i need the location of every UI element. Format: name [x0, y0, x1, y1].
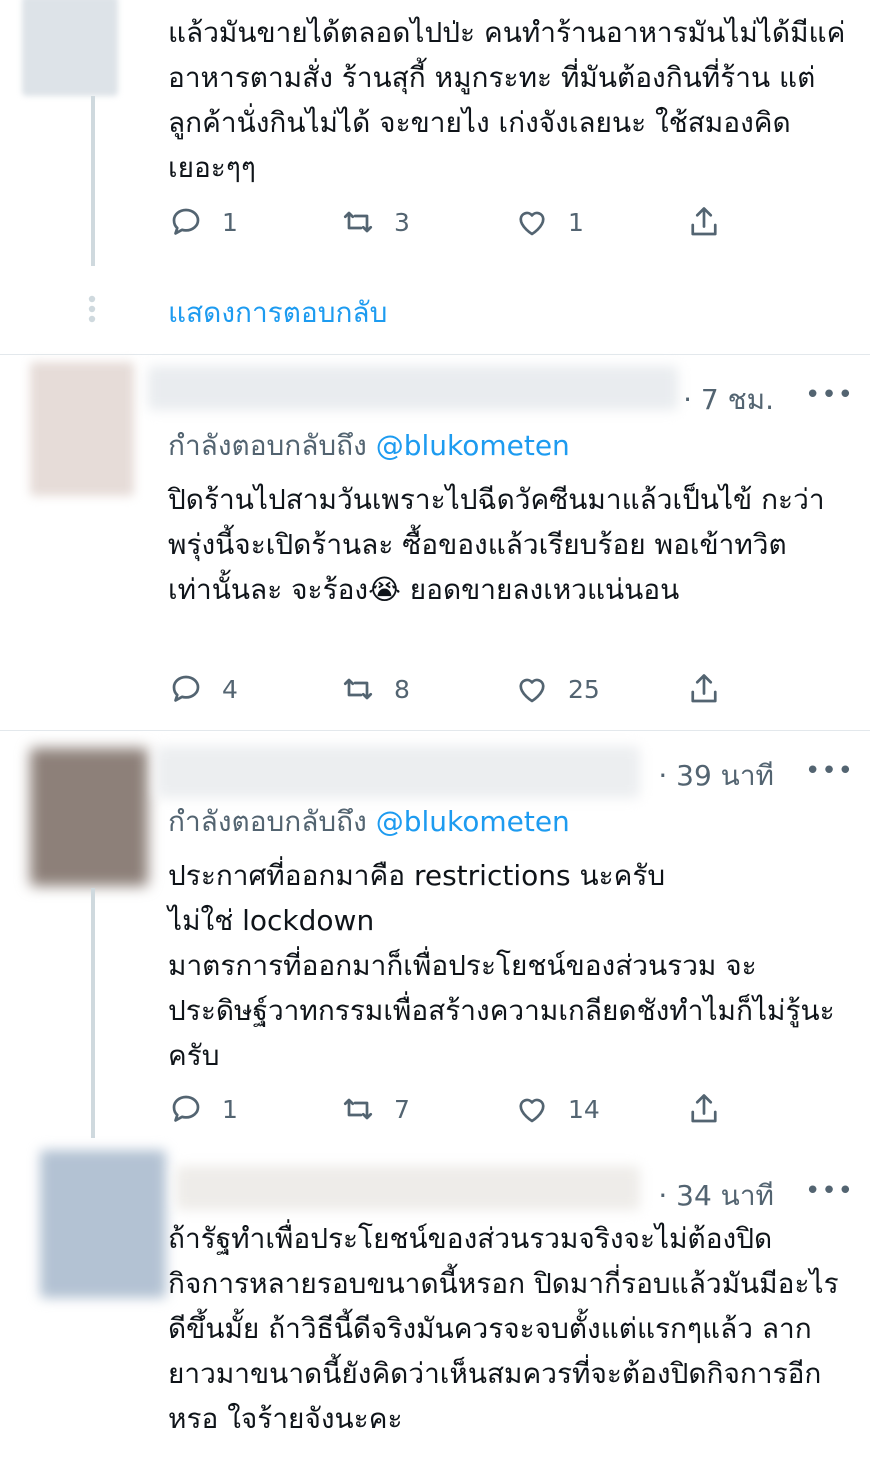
tweet-time: · 7 ชม. [683, 383, 774, 416]
reply-button[interactable]: 1 [168, 200, 238, 244]
thread-line [91, 888, 95, 1138]
replying-to: กำลังตอบกลับถึง @blukometen [168, 800, 570, 844]
retweet-icon [343, 1098, 373, 1120]
username-redacted [148, 366, 678, 410]
tweet-text: ถ้ารัฐทำเพื่อประโยชน์ของส่วนรวมจริงจะไม่… [168, 1222, 839, 1435]
reply-count: 1 [222, 207, 238, 237]
show-replies-link[interactable]: แสดงการตอบกลับ [168, 291, 387, 335]
username-redacted [176, 1166, 640, 1210]
avatar[interactable] [30, 362, 134, 496]
share-icon [691, 1094, 717, 1123]
avatar[interactable] [40, 1150, 166, 1298]
replying-to-label: กำลังตอบกลับถึง [168, 429, 367, 462]
username-redacted [156, 746, 640, 798]
tweet-actions: 1 3 1 [168, 200, 738, 244]
retweet-count: 3 [394, 207, 410, 237]
like-count: 25 [568, 674, 600, 704]
tweet-text: แล้วมันขายได้ตลอดไปป่ะ คนทำร้านอาหารมันไ… [168, 16, 846, 184]
tweet-text: ปิดร้านไปสามวันเพราะไปฉีดวัคซีนมาแล้วเป็… [168, 483, 825, 606]
retweet-count: 8 [394, 674, 410, 704]
reply-icon [172, 1095, 200, 1122]
avatar[interactable] [22, 0, 118, 96]
retweet-button[interactable]: 8 [340, 667, 410, 711]
divider [0, 730, 870, 731]
retweet-button[interactable]: 3 [340, 200, 410, 244]
like-button[interactable]: 1 [514, 200, 584, 244]
retweet-icon [343, 678, 373, 700]
more-icon[interactable]: ••• [805, 380, 854, 410]
share-button[interactable] [686, 1087, 722, 1131]
retweet-icon [343, 211, 373, 233]
replying-to-handle[interactable]: @blukometen [376, 805, 570, 838]
share-button[interactable] [686, 200, 722, 244]
retweet-count: 7 [394, 1094, 410, 1124]
like-button[interactable]: 25 [514, 667, 600, 711]
like-button[interactable]: 14 [514, 1087, 600, 1131]
share-icon [691, 207, 717, 236]
retweet-button[interactable]: 7 [340, 1087, 410, 1131]
reply-count: 1 [222, 1094, 238, 1124]
share-icon [691, 674, 717, 703]
thread-dots-icon [88, 295, 96, 323]
avatar[interactable] [30, 748, 148, 886]
like-count: 1 [568, 207, 584, 237]
reply-icon [172, 675, 200, 702]
like-count: 14 [568, 1094, 600, 1124]
replying-to-handle[interactable]: @blukometen [376, 429, 570, 462]
like-icon [519, 1098, 545, 1123]
more-icon[interactable]: ••• [805, 1176, 854, 1206]
tweet-actions: 1 7 14 [168, 1087, 738, 1131]
thread-line [91, 96, 95, 266]
reply-count: 4 [222, 674, 238, 704]
replying-to: กำลังตอบกลับถึง @blukometen [168, 424, 570, 468]
more-icon[interactable]: ••• [805, 756, 854, 786]
tweet-text: ประกาศที่ออกมาคือ restrictions นะครับ ไม… [168, 859, 835, 1072]
share-button[interactable] [686, 667, 722, 711]
reply-button[interactable]: 4 [168, 667, 238, 711]
tweet-time: · 34 นาที [658, 1179, 774, 1212]
tweet-time: · 39 นาที [658, 759, 774, 792]
reply-button[interactable]: 1 [168, 1087, 238, 1131]
replying-to-label: กำลังตอบกลับถึง [168, 805, 367, 838]
tweet-actions: 4 8 25 [168, 667, 738, 711]
divider [0, 354, 870, 355]
reply-icon [172, 208, 200, 235]
like-icon [519, 211, 545, 236]
like-icon [519, 678, 545, 703]
